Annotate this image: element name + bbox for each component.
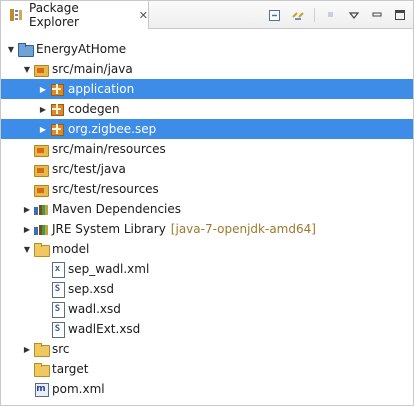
library-icon (33, 221, 49, 237)
package-icon (49, 101, 65, 117)
toolbar-separator (314, 8, 315, 22)
tree-item[interactable]: ▶ application (1, 79, 413, 99)
xsd-file-icon: S (49, 301, 65, 318)
tree-item[interactable]: ▶ org.zigbee.sep (1, 119, 413, 139)
minimize-icon[interactable] (370, 8, 384, 22)
expand-arrow-icon[interactable]: ▼ (5, 45, 17, 54)
tree-item-label: src (52, 342, 70, 356)
tree-item-label: sep.xsd (68, 282, 115, 296)
expand-arrow-icon[interactable]: ▼ (21, 65, 33, 74)
tree-item-label: pom.xml (52, 382, 105, 396)
link-with-editor-icon[interactable] (291, 8, 305, 22)
tree-item[interactable]: target (1, 359, 413, 379)
tree-item-label: Maven Dependencies (52, 202, 182, 216)
tree-item-label: src/main/java (52, 62, 133, 76)
tree-item-label: wadlExt.xsd (68, 322, 141, 336)
package-icon-detail (56, 104, 58, 114)
view-tab-bar: Package Explorer ✕ (1, 1, 413, 29)
tree-item[interactable]: ▼ EnergyAtHome (1, 39, 413, 59)
tree-item[interactable]: ▶ codegen (1, 99, 413, 119)
tree-item[interactable]: Swadl.xsd (1, 299, 413, 319)
collapse-all-icon[interactable] (268, 8, 282, 22)
package-icon (49, 81, 65, 97)
tree-item[interactable]: x sep_wadl.xml (1, 259, 413, 279)
tree-item-label: model (52, 242, 90, 256)
tree-item-label: src/test/resources (52, 182, 159, 196)
package-explorer-view: Package Explorer ✕ ▼ EnergyAtHome ▼ src/… (0, 0, 414, 406)
library-icon (33, 201, 49, 217)
xsd-file-icon: S (49, 281, 65, 298)
folder-icon (33, 341, 50, 357)
source-folder-icon (33, 141, 49, 157)
view-title: Package Explorer (29, 1, 79, 29)
collapse-arrow-icon[interactable]: ▶ (21, 225, 33, 234)
collapse-arrow-icon[interactable]: ▶ (37, 105, 49, 114)
tree-item-decoration: [java-7-openjdk-amd64] (170, 222, 316, 236)
project-icon (17, 41, 34, 57)
tree-item-label: EnergyAtHome (36, 42, 127, 56)
folder-icon (33, 241, 50, 257)
file-type-glyph: x (54, 264, 61, 274)
collapse-arrow-icon[interactable]: ▶ (21, 345, 33, 354)
collapse-arrow-icon[interactable]: ▶ (37, 85, 49, 94)
tree-item[interactable]: m pom.xml (1, 379, 413, 399)
view-toolbar (268, 1, 407, 29)
tree-item[interactable]: src/test/resources (1, 179, 413, 199)
file-type-glyph: m (36, 384, 46, 394)
file-type-glyph: S (54, 284, 61, 294)
tree-item[interactable]: ▶ JRE System Library [java-7-openjdk-amd64… (1, 219, 413, 239)
package-explorer-icon (9, 8, 23, 22)
tree-item-label: sep_wadl.xml (68, 262, 150, 276)
collapse-arrow-icon[interactable]: ▶ (21, 205, 33, 214)
tree-item-label: target (52, 362, 89, 376)
xsd-file-icon: S (49, 321, 65, 338)
package-icon (49, 121, 65, 137)
focus-icon[interactable] (324, 8, 338, 22)
maven-pom-icon: m (33, 381, 49, 397)
file-type-glyph: S (54, 304, 61, 314)
maximize-icon[interactable] (393, 8, 407, 22)
package-icon-detail (56, 84, 58, 94)
tree-item[interactable]: SwadlExt.xsd (1, 319, 413, 339)
expand-arrow-icon[interactable]: ▼ (21, 245, 33, 254)
source-folder-icon (33, 161, 49, 177)
tree-item-label: JRE System Library (52, 222, 166, 236)
tree-item[interactable]: ▶ src (1, 339, 413, 359)
tree-item[interactable]: ▼ src/main/java (1, 59, 413, 79)
source-folder-icon (33, 181, 49, 197)
tree-item-label: src/test/java (52, 162, 126, 176)
collapse-arrow-icon[interactable]: ▶ (37, 125, 49, 134)
tree-item-label: codegen (68, 102, 120, 116)
source-folder-icon (33, 61, 49, 77)
tree-item-label: application (68, 82, 135, 96)
tree-item[interactable]: src/main/resources (1, 139, 413, 159)
tree-item[interactable]: ▼ model (1, 239, 413, 259)
tree-item-label: src/main/resources (52, 142, 166, 156)
tree-item[interactable]: ▶ Maven Dependencies (1, 199, 413, 219)
tree-item[interactable]: src/test/java (1, 159, 413, 179)
close-icon[interactable]: ✕ (139, 9, 148, 22)
package-icon-detail (56, 124, 58, 134)
tree-item-label: org.zigbee.sep (68, 122, 157, 136)
xml-file-icon: x (49, 261, 65, 278)
file-type-glyph: S (54, 324, 61, 334)
tree-item[interactable]: Ssep.xsd (1, 279, 413, 299)
view-menu-icon[interactable] (347, 8, 361, 22)
project-tree: ▼ EnergyAtHome ▼ src/main/java ▶ application ▶… (1, 39, 413, 399)
folder-icon (33, 361, 50, 377)
tab-package-explorer[interactable]: Package Explorer ✕ (1, 1, 149, 29)
tree-item-label: wadl.xsd (68, 302, 121, 316)
